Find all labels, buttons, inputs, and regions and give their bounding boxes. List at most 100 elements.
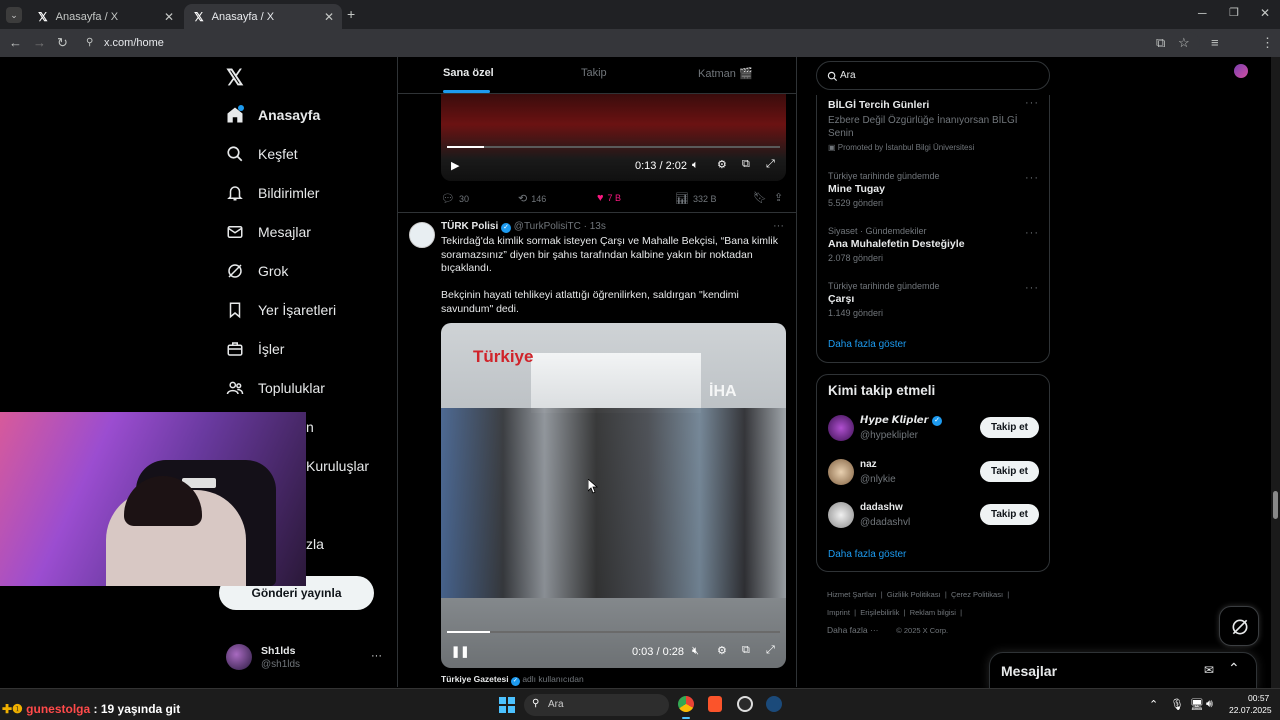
nav-premium-partial[interactable]: n: [306, 419, 314, 435]
scrollbar-thumb[interactable]: [1273, 491, 1278, 519]
close-tab-icon[interactable]: ✕: [164, 10, 174, 24]
footer-link[interactable]: Hizmet Şartları: [827, 590, 877, 599]
reply-button[interactable]: 💬︎ 30: [441, 192, 469, 205]
profile-avatar[interactable]: [1234, 64, 1248, 78]
tab-search-icon[interactable]: ⌄: [6, 7, 22, 23]
nav-jobs[interactable]: İşler: [226, 334, 284, 364]
trend-more-icon[interactable]: ···: [1025, 97, 1039, 109]
tab-following[interactable]: Takip: [581, 67, 607, 79]
post-more-icon[interactable]: ···: [773, 220, 784, 232]
install-app-icon[interactable]: ⧉: [1156, 35, 1165, 51]
close-window-button[interactable]: ✕: [1260, 6, 1270, 20]
nav-bookmarks[interactable]: Yer İşaretleri: [226, 295, 336, 325]
user-avatar[interactable]: [828, 502, 854, 528]
share-icon[interactable]: ⇪: [774, 191, 783, 204]
like-button[interactable]: ♥ 7 B: [597, 192, 621, 204]
user-name[interactable]: naz: [860, 459, 877, 470]
user-avatar[interactable]: [828, 415, 854, 441]
media-controls-icon[interactable]: ≡: [1211, 35, 1219, 50]
nav-explore[interactable]: Keşfet: [226, 139, 298, 169]
back-icon[interactable]: ←: [9, 35, 22, 50]
steam-icon[interactable]: [766, 696, 782, 712]
clock-date[interactable]: 22.07.2025: [1229, 705, 1272, 715]
pip-icon[interactable]: ⧉: [742, 644, 750, 657]
grok-floating-button[interactable]: [1219, 606, 1259, 646]
video-progress-track[interactable]: [447, 631, 780, 633]
follow-button[interactable]: Takip et: [980, 417, 1039, 438]
bookmark-icon[interactable]: 🔖︎: [753, 191, 767, 204]
play-icon[interactable]: ▶: [451, 159, 459, 172]
restore-button[interactable]: ❐: [1229, 6, 1239, 19]
site-info-icon[interactable]: ⚲: [86, 32, 93, 54]
nav-messages[interactable]: Mesajlar: [226, 217, 311, 247]
brave-icon[interactable]: [708, 696, 722, 712]
repost-button[interactable]: ⟲ 146: [518, 192, 546, 205]
user-name[interactable]: dadashw: [860, 502, 903, 513]
follow-button[interactable]: Takip et: [980, 504, 1039, 525]
views-button[interactable]: 📊︎ 332 B: [675, 192, 717, 205]
browser-tab-2[interactable]: 𝕏 Anasayfa / X ✕: [184, 4, 342, 29]
footer-link[interactable]: Çerez Politikası: [951, 590, 1003, 599]
settings-icon[interactable]: ⚙: [717, 158, 727, 171]
taskbar-search[interactable]: ⚲ Ara: [524, 694, 669, 716]
obs-icon[interactable]: [737, 696, 753, 712]
reload-icon[interactable]: ↻: [57, 35, 68, 51]
source-name[interactable]: Türkiye Gazetesi: [441, 674, 509, 684]
show-more-link[interactable]: Daha fazla göster: [828, 549, 906, 560]
author-name[interactable]: TÜRK Polisi: [441, 221, 498, 232]
search-box[interactable]: Ara: [816, 61, 1050, 90]
page-scrollbar[interactable]: [1271, 57, 1280, 688]
chrome-icon[interactable]: [678, 696, 694, 712]
author-handle[interactable]: @TurkPolisiTC: [514, 221, 581, 232]
promoted-trend[interactable]: BİLGİ Tercih Günleri Ezbere Değil Özgürl…: [828, 99, 1028, 152]
user-name[interactable]: 𝙃𝙮𝙥𝙚 𝙆𝙡𝙞𝙥𝙡𝙚𝙧: [860, 415, 929, 426]
minimize-button[interactable]: ─: [1198, 6, 1207, 20]
pause-icon[interactable]: ❚❚: [451, 645, 469, 658]
footer-link[interactable]: Gizlilik Politikası: [887, 590, 941, 599]
show-more-link[interactable]: Daha fazla göster: [828, 339, 906, 350]
fullscreen-icon[interactable]: ⤢: [766, 158, 775, 171]
new-tab-button[interactable]: +: [347, 6, 355, 22]
forward-icon[interactable]: →: [33, 35, 46, 50]
tray-overflow-icon[interactable]: ⌃: [1149, 698, 1158, 711]
user-avatar[interactable]: [828, 459, 854, 485]
trend-item[interactable]: Türkiye tarihinde gündemde Mine Tugay 5.…: [828, 171, 1028, 208]
trend-more-icon[interactable]: ···: [1025, 282, 1039, 294]
video-player-2[interactable]: Türkiye İHA ❚❚ 0:03 / 0:28 🔇︎ ⚙ ⧉ ⤢: [441, 323, 786, 668]
follow-button[interactable]: Takip et: [980, 461, 1039, 482]
volume-icon[interactable]: 🔊︎: [1206, 698, 1213, 711]
trend-more-icon[interactable]: ···: [1025, 227, 1039, 239]
fullscreen-icon[interactable]: ⤢: [766, 644, 775, 657]
start-button[interactable]: [499, 697, 515, 713]
volume-icon[interactable]: 🔈︎: [692, 159, 699, 172]
pip-icon[interactable]: ⧉: [742, 158, 750, 171]
footer-link[interactable]: Reklam bilgisi: [910, 608, 956, 617]
nav-notifications[interactable]: Bildirimler: [226, 178, 319, 208]
messages-drawer[interactable]: Mesajlar ✉ ⌃: [989, 652, 1257, 690]
tab-for-you[interactable]: Sana özel: [443, 67, 494, 79]
nav-communities[interactable]: Topluluklar: [226, 373, 325, 403]
author-avatar[interactable]: [409, 222, 435, 248]
nav-organizations-partial[interactable]: Kuruluşlar: [306, 458, 369, 474]
footer-link[interactable]: Imprint: [827, 608, 850, 617]
browser-tab-1[interactable]: 𝕏 Anasayfa / X ✕: [28, 4, 182, 29]
bookmark-star-icon[interactable]: ☆: [1178, 35, 1190, 51]
browser-menu-icon[interactable]: ⋮: [1261, 35, 1274, 51]
address-bar[interactable]: ⚲ x.com/home: [80, 32, 1200, 54]
x-logo-icon[interactable]: 𝕏: [226, 65, 244, 91]
close-tab-icon[interactable]: ✕: [324, 10, 334, 24]
trend-item[interactable]: Siyaset · Gündemdekiler Ana Muhalefetin …: [828, 226, 1028, 263]
video-player[interactable]: ▶ 0:13 / 2:02 🔈︎ ⚙ ⧉ ⤢: [441, 94, 786, 181]
clock-time[interactable]: 00:57: [1248, 693, 1269, 703]
microphone-icon[interactable]: 🎙︎: [1170, 698, 1184, 711]
trend-more-icon[interactable]: ···: [1025, 172, 1039, 184]
trend-item[interactable]: Türkiye tarihinde gündemde Çarşı 1.149 g…: [828, 281, 1028, 318]
footer-link[interactable]: Erişilebilirlik: [860, 608, 899, 617]
tab-layer[interactable]: Katman 🎬: [698, 67, 753, 80]
nav-home[interactable]: Anasayfa: [226, 100, 320, 130]
footer-more-link[interactable]: Daha fazla ···: [827, 625, 879, 635]
video-progress-track[interactable]: [447, 146, 780, 148]
new-message-icon[interactable]: ✉: [1204, 663, 1214, 677]
network-icon[interactable]: 🖥︎: [1190, 698, 1204, 711]
nav-grok[interactable]: Grok: [226, 256, 288, 286]
